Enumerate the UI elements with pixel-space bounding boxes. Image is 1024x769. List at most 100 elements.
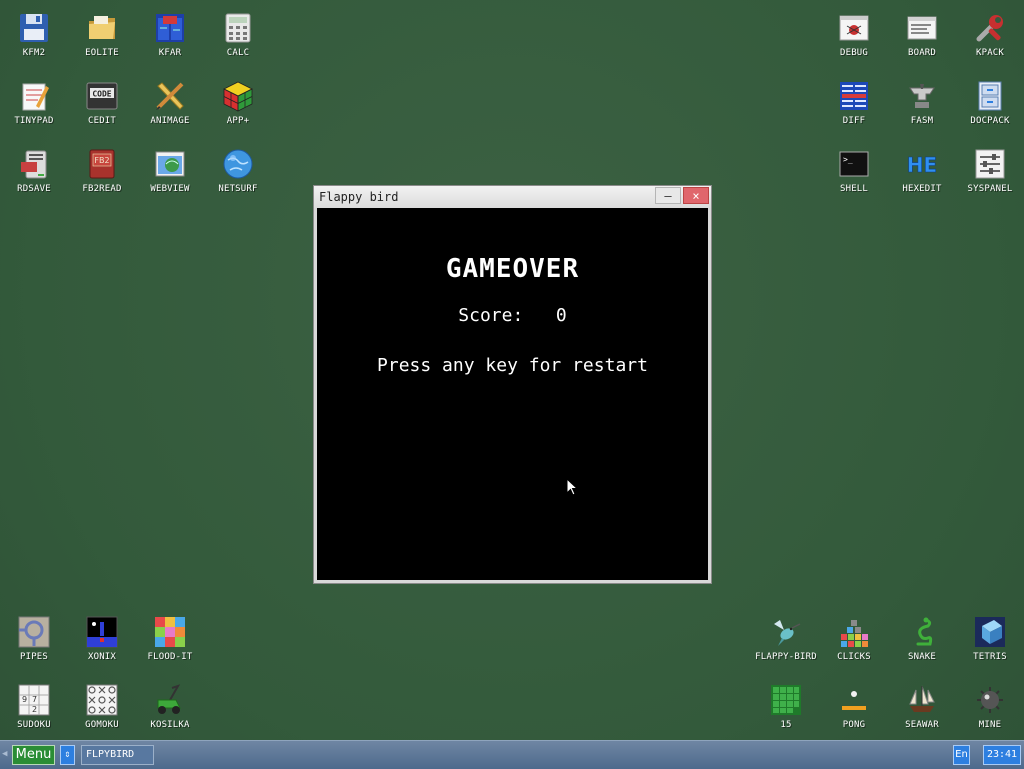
folder-icon xyxy=(86,12,118,44)
desktop-icon-label: SHELL xyxy=(839,184,869,194)
gameover-title: GAMEOVER xyxy=(445,254,580,284)
desktop-icon-snake[interactable]: SNAKE xyxy=(888,608,956,672)
desktop-icon-label: KFAR xyxy=(158,48,182,58)
desktop-icon-label: CALC xyxy=(226,48,250,58)
taskbar-item-flpybird[interactable]: FLPYBIRD xyxy=(81,745,154,765)
desktop-icon-pipes[interactable]: PIPES xyxy=(0,608,68,672)
cabinet-icon xyxy=(974,80,1006,112)
desktop-icon-kfm2[interactable]: KFM2 xyxy=(0,4,68,68)
window-switch-button[interactable]: ⇕ xyxy=(60,745,75,765)
desktop-icon-kpack[interactable]: KPACK xyxy=(956,4,1024,68)
desktop-icon-label: TETRIS xyxy=(973,652,1007,662)
window-title: Flappy bird xyxy=(319,190,399,204)
desktop-icon-xonix[interactable]: XONIX xyxy=(68,608,136,672)
desktop-icon-flappy-bird[interactable]: FLAPPY-BIRD xyxy=(752,608,820,672)
sudoku-digit: 9 xyxy=(22,695,27,704)
minimize-button[interactable]: – xyxy=(655,187,681,204)
desktop-icon-label: 15 xyxy=(780,720,792,730)
clock[interactable]: 23:41 xyxy=(983,745,1021,765)
desktop-icon-gomoku[interactable]: GOMOKU xyxy=(68,676,136,740)
sailing-ship-icon xyxy=(906,684,938,716)
desktop-icon-hexedit[interactable]: HE HEXEDIT xyxy=(888,140,956,204)
desktop-icon-debug[interactable]: DEBUG xyxy=(820,4,888,68)
desktop-icon-kosilka[interactable]: KOSILKA xyxy=(136,676,204,740)
language-indicator[interactable]: En xyxy=(953,745,970,765)
web-page-icon xyxy=(154,148,186,180)
desktop-icon-15[interactable]: 15 xyxy=(752,676,820,740)
desktop-icon-calc[interactable]: CALC xyxy=(204,4,272,68)
desktop-icon-app-plus[interactable]: APP+ xyxy=(204,72,272,136)
hex-text: HE xyxy=(907,153,937,177)
desktop-icon-fb2read[interactable]: FB2 FB2READ xyxy=(68,140,136,204)
desktop-icon-pong[interactable]: PONG xyxy=(820,676,888,740)
desktop-icon-label: FLAPPY-BIRD xyxy=(755,652,817,662)
desktop-icon-cedit[interactable]: CODE CEDIT xyxy=(68,72,136,136)
game-canvas[interactable]: GAMEOVER Score: 0 Press any key for rest… xyxy=(317,208,708,580)
desktop-icon-label: NETSURF xyxy=(218,184,258,194)
ramdisk-save-icon xyxy=(18,148,50,180)
pipes-icon xyxy=(18,616,50,648)
desktop-icon-kfar[interactable]: KFAR xyxy=(136,4,204,68)
score-value: 0 xyxy=(555,305,567,326)
restart-hint: Press any key for restart xyxy=(377,355,648,376)
desktop-icon-label: PIPES xyxy=(19,652,49,662)
tetris-blocks-icon xyxy=(974,616,1006,648)
sudoku-digit: 2 xyxy=(32,705,37,714)
desktop-icon-mine[interactable]: MINE xyxy=(956,676,1024,740)
desktop-icon-diff[interactable]: DIFF xyxy=(820,72,888,136)
mine-bomb-icon xyxy=(974,684,1006,716)
desktop-icon-label: SNAKE xyxy=(907,652,937,662)
desktop-icon-docpack[interactable]: DOCPACK xyxy=(956,72,1024,136)
desktop-icon-label: KOSILKA xyxy=(150,720,190,730)
hex-editor-icon: HE xyxy=(906,148,938,180)
desktop-icon-sudoku[interactable]: 972 SUDOKU xyxy=(0,676,68,740)
desktop-icon-eolite[interactable]: EOLITE xyxy=(68,4,136,68)
desktop-icon-flood-it[interactable]: FLOOD-IT xyxy=(136,608,204,672)
desktop-icon-label: BOARD xyxy=(907,48,937,58)
desktop-icon-webview[interactable]: WEBVIEW xyxy=(136,140,204,204)
desktop-icon-fasm[interactable]: FASM xyxy=(888,72,956,136)
desktop-icon-label: CEDIT xyxy=(87,116,117,126)
sudoku-grid-icon: 972 xyxy=(18,684,50,716)
taskbar-left-arrow-icon[interactable]: ◀ xyxy=(2,749,7,759)
code-text: CODE xyxy=(92,90,111,99)
desktop-icon-label: SYSPANEL xyxy=(967,184,1013,194)
desktop-icon-clicks[interactable]: CLICKS xyxy=(820,608,888,672)
window-titlebar[interactable]: Flappy bird – × xyxy=(314,186,711,208)
wrench-tools-icon xyxy=(974,12,1006,44)
close-button[interactable]: × xyxy=(683,187,709,204)
score-label: Score: xyxy=(458,305,524,326)
start-menu-button[interactable]: Menu xyxy=(12,745,55,765)
desktop-icon-label: APP+ xyxy=(226,116,250,126)
file-manager-icon xyxy=(154,12,186,44)
desktop-icon-label: DOCPACK xyxy=(970,116,1010,126)
desktop-icon-shell[interactable]: >_ SHELL xyxy=(820,140,888,204)
desktop-icon-tetris[interactable]: TETRIS xyxy=(956,608,1024,672)
desktop-icon-label: CLICKS xyxy=(837,652,871,662)
desktop-icon-netsurf[interactable]: NETSURF xyxy=(204,140,272,204)
desktop-icon-seawar[interactable]: SEAWAR xyxy=(888,676,956,740)
desktop-icon-label: SUDOKU xyxy=(17,720,51,730)
taskbar: ◀ Menu ⇕ FLPYBIRD En 23:41 xyxy=(0,740,1024,769)
calculator-icon xyxy=(222,12,254,44)
desktop-icon-label: GOMOKU xyxy=(85,720,119,730)
desktop-icon-rdsave[interactable]: RDSAVE xyxy=(0,140,68,204)
desktop-icon-label: FB2READ xyxy=(82,184,122,194)
desktop-icon-tinypad[interactable]: TINYPAD xyxy=(0,72,68,136)
desktop-icon-syspanel[interactable]: SYSPANEL xyxy=(956,140,1024,204)
desktop-icon-board[interactable]: BOARD xyxy=(888,4,956,68)
floppy-disk-icon xyxy=(18,12,50,44)
flappy-bird-window[interactable]: Flappy bird – × GAMEOVER Score: 0 Press … xyxy=(313,185,712,584)
pencil-ruler-icon xyxy=(154,80,186,112)
desktop-icon-label: DEBUG xyxy=(839,48,869,58)
desktop-icon-label: DIFF xyxy=(842,116,866,126)
fifteen-puzzle-icon xyxy=(770,684,802,716)
debugger-bug-icon xyxy=(838,12,870,44)
notepad-icon xyxy=(18,80,50,112)
desktop-icon-label: PONG xyxy=(842,720,866,730)
desktop-icon-label: SEAWAR xyxy=(905,720,939,730)
desktop-icon-animage[interactable]: ANIMAGE xyxy=(136,72,204,136)
desktop-icon-label: KFM2 xyxy=(22,48,46,58)
desktop-icon-label: FASM xyxy=(910,116,934,126)
desktop-icon-label: EOLITE xyxy=(85,48,119,58)
